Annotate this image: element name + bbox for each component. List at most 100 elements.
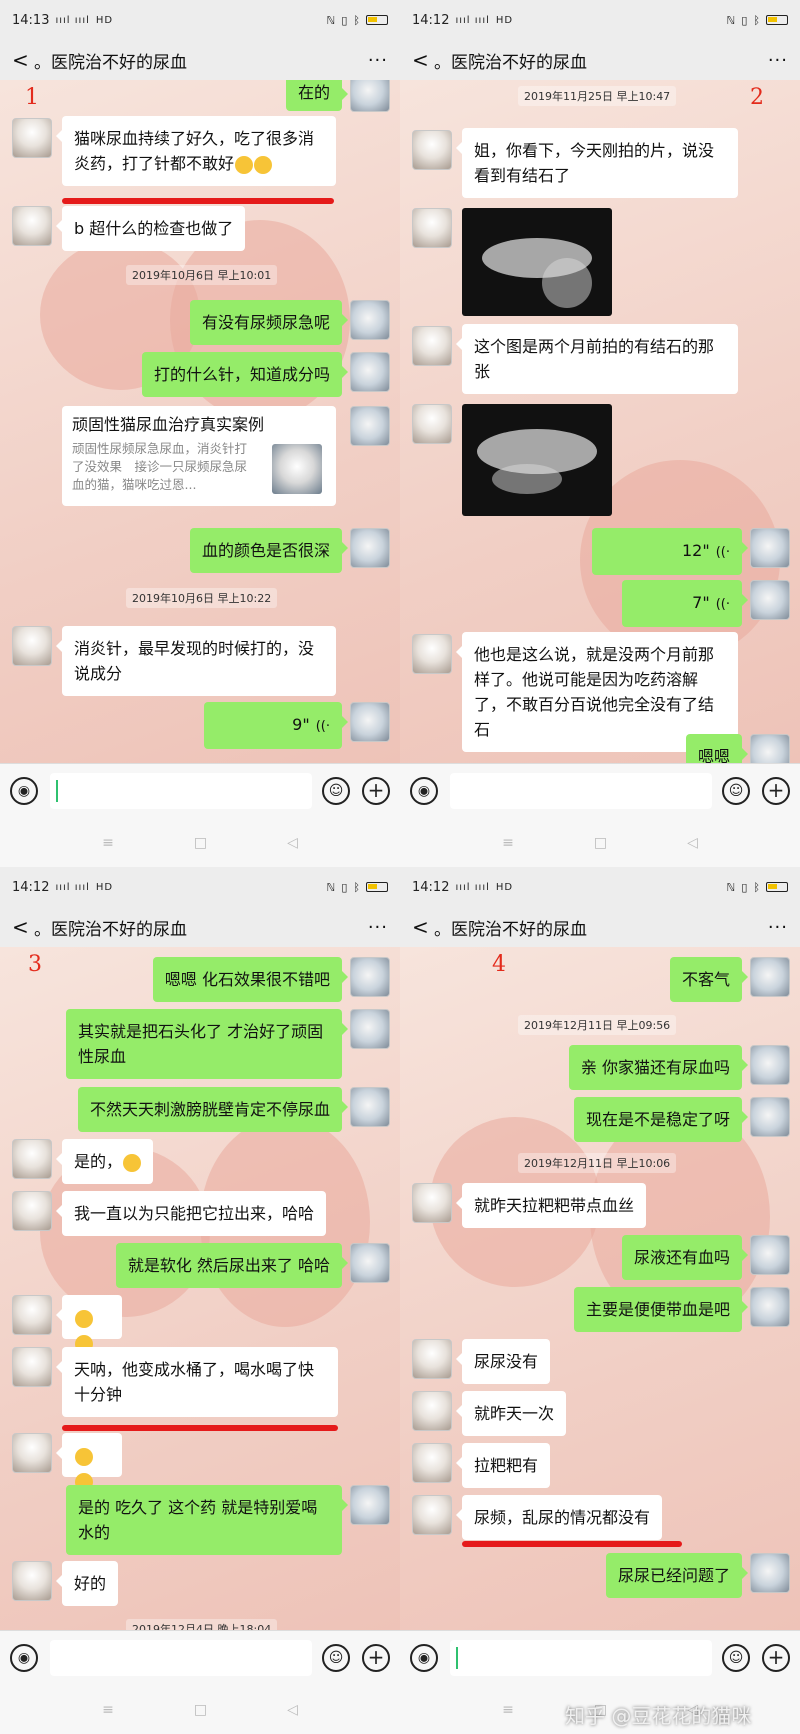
message-bubble[interactable]: 嗯嗯 化石效果很不错吧 xyxy=(152,957,349,1002)
back-button[interactable]: < xyxy=(412,48,434,72)
avatar[interactable] xyxy=(412,208,452,248)
emoji-button[interactable]: ☺ xyxy=(722,777,750,805)
avatar[interactable] xyxy=(350,1009,390,1049)
more-button[interactable]: ··· xyxy=(768,917,788,938)
voice-message[interactable]: 12" ((· xyxy=(592,528,748,575)
emoji-button[interactable]: ☺ xyxy=(322,1644,350,1672)
avatar[interactable] xyxy=(350,702,390,742)
avatar[interactable] xyxy=(350,528,390,568)
message-bubble[interactable]: 其实就是把石头化了 才治好了顽固性尿血 xyxy=(66,1009,348,1079)
message-bubble[interactable]: 就昨天一次 xyxy=(455,1391,567,1436)
message-bubble[interactable] xyxy=(56,1295,122,1353)
plus-button[interactable]: + xyxy=(362,1644,390,1672)
chat-area[interactable]: 2019年11月25日 早上10:47 2 姐，你看下，今天刚拍的片，说没看到有… xyxy=(400,80,800,763)
menu-nav-button[interactable]: ≡ xyxy=(502,835,514,851)
avatar[interactable] xyxy=(412,1183,452,1223)
home-nav-button[interactable]: □ xyxy=(594,835,607,851)
voice-input-button[interactable]: ◉ xyxy=(410,777,438,805)
back-button[interactable]: < xyxy=(12,48,34,72)
message-bubble[interactable]: 这个图是两个月前拍的有结石的那张 xyxy=(456,324,738,394)
message-bubble[interactable]: 拉粑粑有 xyxy=(455,1443,551,1488)
avatar[interactable] xyxy=(412,634,452,674)
avatar[interactable] xyxy=(12,1347,52,1387)
avatar[interactable] xyxy=(12,626,52,666)
message-bubble[interactable]: 就是软化 然后尿出来了 哈哈 xyxy=(115,1243,349,1288)
avatar[interactable] xyxy=(412,404,452,444)
message-bubble[interactable]: 姐，你看下，今天刚拍的片，说没看到有结石了 xyxy=(456,128,738,198)
avatar[interactable] xyxy=(412,1391,452,1431)
avatar[interactable] xyxy=(12,1139,52,1179)
message-bubble[interactable]: 主要是便便带血是吧 xyxy=(573,1287,749,1332)
message-bubble[interactable] xyxy=(56,1433,122,1491)
voice-input-button[interactable]: ◉ xyxy=(410,1644,438,1672)
message-bubble[interactable]: 就昨天拉粑粑带点血丝 xyxy=(455,1183,647,1228)
back-button[interactable]: < xyxy=(412,915,434,939)
message-bubble[interactable]: 是的， xyxy=(55,1139,154,1184)
back-button[interactable]: < xyxy=(12,915,34,939)
message-bubble[interactable]: 血的颜色是否很深 xyxy=(189,528,349,573)
message-bubble[interactable]: 尿尿没有 xyxy=(455,1339,551,1384)
message-bubble[interactable]: 我一直以为只能把它拉出来，哈哈 xyxy=(55,1191,327,1236)
message-bubble[interactable]: b 超什么的检查也做了 xyxy=(55,206,246,251)
chat-area[interactable]: 1 在的 猫咪尿血持续了好久，吃了很多消炎药，打了针都不敢好 b 超什么的检查也… xyxy=(0,80,400,763)
back-nav-button[interactable]: ◁ xyxy=(287,835,298,851)
back-nav-button[interactable]: ◁ xyxy=(287,1702,298,1718)
avatar[interactable] xyxy=(12,1433,52,1473)
avatar[interactable] xyxy=(12,1191,52,1231)
emoji-button[interactable]: ☺ xyxy=(722,1644,750,1672)
avatar[interactable] xyxy=(350,300,390,340)
voice-message[interactable]: 9" ((· xyxy=(204,702,348,749)
message-bubble[interactable]: 不然天天刺激膀胱壁肯定不停尿血 xyxy=(77,1087,349,1132)
avatar[interactable] xyxy=(350,80,390,112)
avatar[interactable] xyxy=(750,1235,790,1275)
avatar[interactable] xyxy=(750,528,790,568)
avatar[interactable] xyxy=(12,206,52,246)
avatar[interactable] xyxy=(350,1243,390,1283)
avatar[interactable] xyxy=(12,1561,52,1601)
avatar[interactable] xyxy=(750,1097,790,1137)
avatar[interactable] xyxy=(412,1443,452,1483)
menu-nav-button[interactable]: ≡ xyxy=(102,1702,114,1718)
home-nav-button[interactable]: □ xyxy=(194,1702,207,1718)
avatar[interactable] xyxy=(412,326,452,366)
back-nav-button[interactable]: ◁ xyxy=(687,835,698,851)
avatar[interactable] xyxy=(750,580,790,620)
avatar[interactable] xyxy=(750,1553,790,1593)
voice-message[interactable]: 7" ((· xyxy=(622,580,748,627)
more-button[interactable]: ··· xyxy=(368,50,388,71)
more-button[interactable]: ··· xyxy=(368,917,388,938)
voice-input-button[interactable]: ◉ xyxy=(10,777,38,805)
message-bubble[interactable]: 有没有尿频尿急呢 xyxy=(189,300,349,345)
xray-image[interactable] xyxy=(462,404,612,516)
menu-nav-button[interactable]: ≡ xyxy=(502,1702,514,1718)
message-bubble[interactable]: 嗯嗯 xyxy=(685,734,749,763)
link-card[interactable]: 顽固性猫尿血治疗真实案例 顽固性尿频尿急尿血，消炎针打了没效果 接诊一只尿频尿急… xyxy=(62,406,336,506)
message-input[interactable] xyxy=(450,1640,712,1676)
message-bubble[interactable]: 亲 你家猫还有尿血吗 xyxy=(568,1045,749,1090)
avatar[interactable] xyxy=(750,1045,790,1085)
message-bubble[interactable]: 现在是不是稳定了呀 xyxy=(573,1097,749,1142)
avatar[interactable] xyxy=(750,957,790,997)
message-bubble[interactable]: 尿频，乱尿的情况都没有 xyxy=(455,1495,663,1540)
avatar[interactable] xyxy=(750,734,790,763)
message-bubble[interactable]: 在的 xyxy=(285,80,349,111)
avatar[interactable] xyxy=(350,352,390,392)
message-bubble[interactable]: 天呐，他变成水桶了，喝水喝了快十分钟 xyxy=(56,1347,338,1417)
message-input[interactable] xyxy=(50,773,312,809)
avatar[interactable] xyxy=(350,1485,390,1525)
message-bubble[interactable]: 尿液还有血吗 xyxy=(621,1235,749,1280)
avatar[interactable] xyxy=(350,957,390,997)
message-bubble[interactable]: 是的 吃久了 这个药 就是特别爱喝水的 xyxy=(66,1485,348,1555)
plus-button[interactable]: + xyxy=(762,1644,790,1672)
avatar[interactable] xyxy=(350,406,390,446)
message-bubble[interactable]: 消炎针，最早发现的时候打的，没说成分 xyxy=(56,626,336,696)
message-bubble[interactable]: 好的 xyxy=(55,1561,119,1606)
avatar[interactable] xyxy=(350,1087,390,1127)
avatar[interactable] xyxy=(12,1295,52,1335)
avatar[interactable] xyxy=(412,130,452,170)
more-button[interactable]: ··· xyxy=(768,50,788,71)
emoji-button[interactable]: ☺ xyxy=(322,777,350,805)
message-bubble[interactable]: 猫咪尿血持续了好久，吃了很多消炎药，打了针都不敢好 xyxy=(56,116,336,186)
chat-area[interactable]: 3 嗯嗯 化石效果很不错吧 其实就是把石头化了 才治好了顽固性尿血 不然天天刺激… xyxy=(0,947,400,1630)
xray-image[interactable] xyxy=(462,208,612,316)
